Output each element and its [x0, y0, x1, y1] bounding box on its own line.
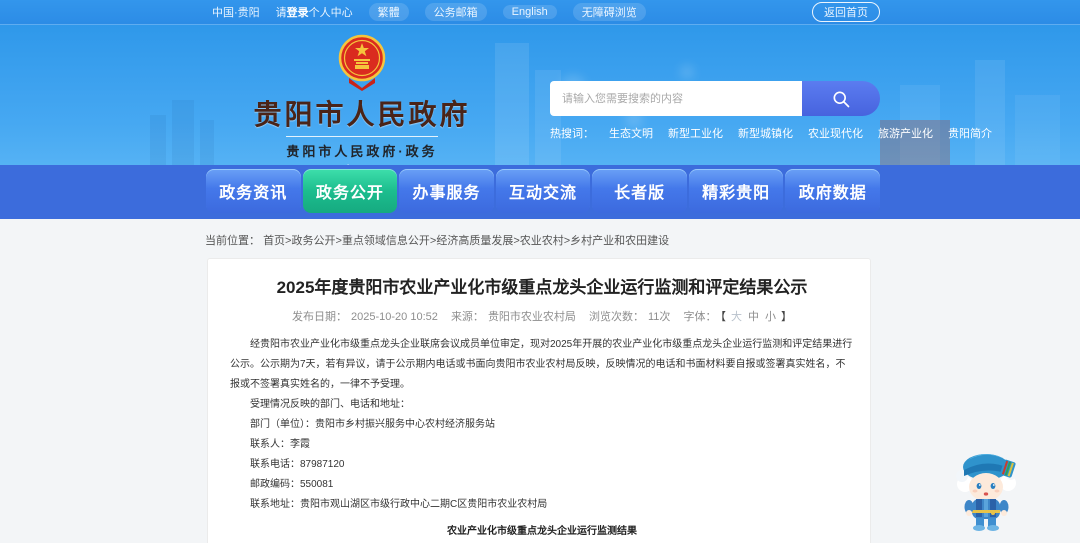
nav-tab-banshi-fuwu[interactable]: 办事服务	[399, 169, 494, 213]
mascot-assistant[interactable]	[948, 446, 1026, 534]
login-bold: 登录	[286, 7, 309, 19]
views: 11次	[648, 311, 671, 323]
paragraph: 联系人：李霞	[250, 439, 310, 450]
font-size-large-button[interactable]: 大	[731, 311, 742, 323]
source-label: 来源：	[450, 311, 484, 323]
breadcrumb-path[interactable]: 首页>政务公开>重点领域信息公开>经济高质量发展>农业农村>乡村产业和农田建设	[263, 235, 669, 247]
breadcrumb-label: 当前位置：	[205, 235, 260, 247]
main-nav: 政务资讯 政务公开 办事服务 互动交流 长者版 精彩贵阳 政府数据	[0, 165, 1080, 219]
topbar-link-china-guiyang[interactable]: 中国·贵阳	[212, 4, 260, 20]
font-bracket-close: 】	[780, 311, 792, 323]
search-input[interactable]	[550, 81, 803, 116]
publish-date-label: 发布日期：	[292, 311, 348, 323]
paragraph: 邮政编码：550081	[250, 479, 334, 490]
paragraph: 部门（单位）：贵阳市乡村振兴服务中心农村经济服务站	[250, 419, 495, 430]
nav-tab-zhangzheban[interactable]: 长者版	[592, 169, 687, 213]
hot-word-2[interactable]: 新型城镇化	[738, 125, 793, 141]
login-suffix: 个人中心	[308, 7, 353, 19]
header-banner: 贵阳市人民政府 贵阳市人民政府·政务 www.guiyang.gov.cn 热搜…	[0, 25, 1080, 165]
font-bracket-open: 【	[720, 311, 726, 323]
nav-tab-jingcai-guiyang[interactable]: 精彩贵阳	[688, 169, 784, 213]
paragraph: 联系地址：贵阳市观山湖区市级行政中心二期C区贵阳市农业农村局	[250, 499, 548, 510]
login-prefix: 请	[275, 7, 287, 19]
paragraph: 经贵阳市农业产业化市级重点龙头企业联席会议成员单位审定，现对2025年开展的农业…	[230, 339, 853, 390]
site-url: www.guiyang.gov.cn	[286, 162, 437, 165]
source: 贵阳市农业农村局	[487, 311, 576, 323]
nav-tab-zhengwu-zixun[interactable]: 政务资讯	[206, 169, 301, 213]
hot-search-label: 热搜词：	[550, 128, 594, 140]
hot-word-4[interactable]: 旅游产业化	[878, 125, 933, 141]
nav-tab-zhengwu-gongkai[interactable]: 政务公开	[302, 169, 398, 213]
breadcrumb: 当前位置： 首页>政务公开>重点领域信息公开>经济高质量发展>农业农村>乡村产业…	[205, 219, 1080, 258]
search-area: 热搜词： 生态文明 新型工业化 新型城镇化 农业现代化 旅游产业化 贵阳简介	[550, 81, 992, 141]
national-emblem-icon	[338, 34, 386, 91]
back-home-button[interactable]: 返回首页	[812, 2, 880, 22]
topbar-login-link[interactable]: 请登录个人中心	[276, 4, 353, 20]
paragraph: 联系电话：87987120	[250, 459, 345, 470]
hot-word-3[interactable]: 农业现代化	[808, 125, 863, 141]
search-button[interactable]	[802, 81, 880, 116]
skyline-decoration	[1015, 95, 1060, 165]
mascot-icon	[956, 454, 1016, 531]
hot-word-1[interactable]: 新型工业化	[668, 125, 723, 141]
hot-word-5[interactable]: 贵阳简介	[948, 125, 992, 141]
views-label: 浏览次数：	[589, 311, 644, 323]
site-subtitle: 贵阳市人民政府·政务	[286, 144, 438, 159]
bokeh-decoration	[680, 65, 694, 79]
font-size-small-button[interactable]: 小	[765, 311, 776, 323]
topbar-link-traditional[interactable]: 繁體	[368, 3, 409, 21]
nav-tab-zhengfu-shuju[interactable]: 政府数据	[785, 169, 881, 213]
paragraph: 受理情况反映的部门、电话和地址：	[250, 399, 410, 410]
font-size-medium-button[interactable]: 中	[748, 311, 759, 323]
article-body: 经贵阳市农业产业化市级重点龙头企业联席会议成员单位审定，现对2025年开展的农业…	[230, 335, 854, 515]
table-caption: 农业产业化市级重点龙头企业运行监测结果	[447, 526, 637, 537]
topbar-link-english[interactable]: English	[502, 5, 557, 19]
topbar-link-mailbox[interactable]: 公务邮箱	[424, 3, 487, 21]
publish-date: 2025-10-20 10:52	[351, 311, 438, 323]
font-size-label: 字体：	[683, 311, 717, 323]
article-card: 2025年度贵阳市农业产业化市级重点龙头企业运行监测和评定结果公示 发布日期： 2…	[207, 258, 871, 543]
article-meta: 发布日期： 2025-10-20 10:52 来源： 贵阳市农业农村局 浏览次数： 1…	[230, 308, 854, 324]
hot-word-0[interactable]: 生态文明	[609, 125, 653, 141]
skyline-decoration	[150, 115, 166, 165]
skyline-decoration	[172, 100, 194, 165]
page: 中国·贵阳 请登录个人中心 繁體 公务邮箱 English 无障碍浏览 返回首页	[0, 0, 1080, 543]
search-icon	[833, 91, 850, 107]
site-name: 贵阳市人民政府	[253, 99, 471, 130]
nav-tab-hudong-jiaoliu[interactable]: 互动交流	[495, 169, 591, 213]
top-utility-bar: 中国·贵阳 请登录个人中心 繁體 公务邮箱 English 无障碍浏览 返回首页	[0, 0, 1080, 25]
skyline-decoration	[975, 60, 1005, 165]
article-title: 2025年度贵阳市农业产业化市级重点龙头企业运行监测和评定结果公示	[276, 278, 808, 297]
site-logo[interactable]: 贵阳市人民政府 贵阳市人民政府·政务 www.guiyang.gov.cn	[212, 33, 512, 165]
topbar-link-accessibility[interactable]: 无障碍浏览	[572, 3, 646, 21]
